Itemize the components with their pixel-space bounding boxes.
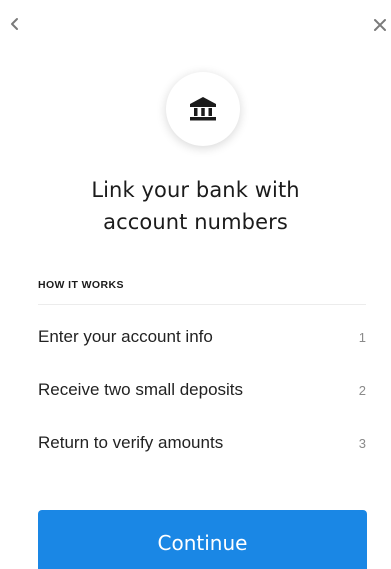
continue-button[interactable]: Continue (38, 510, 367, 569)
step-text: Enter your account info (38, 327, 213, 346)
step-number: 3 (358, 435, 366, 451)
page-title-line1: Link your bank with (91, 178, 300, 202)
how-it-works-label: HOW IT WORKS (38, 279, 124, 291)
page-title-line2: account numbers (103, 210, 288, 234)
chevron-left-icon (11, 18, 18, 30)
step-number: 1 (358, 329, 366, 345)
close-icon (374, 19, 386, 31)
page-title: Link your bank with account numbers (20, 174, 371, 238)
close-button[interactable] (367, 12, 391, 36)
bank-icon-badge (166, 72, 240, 146)
step-item: Enter your account info 1 (38, 324, 366, 350)
step-item: Receive two small deposits 2 (38, 377, 366, 403)
section-divider (38, 304, 366, 305)
step-text: Receive two small deposits (38, 380, 244, 399)
step-text: Return to verify amounts (38, 433, 224, 452)
step-item: Return to verify amounts 3 (38, 430, 366, 456)
back-button[interactable] (3, 12, 27, 36)
step-number: 2 (358, 382, 366, 398)
bank-icon (190, 97, 216, 121)
link-bank-screen: Link your bank with account numbers HOW … (0, 0, 391, 569)
top-nav (0, 0, 391, 56)
